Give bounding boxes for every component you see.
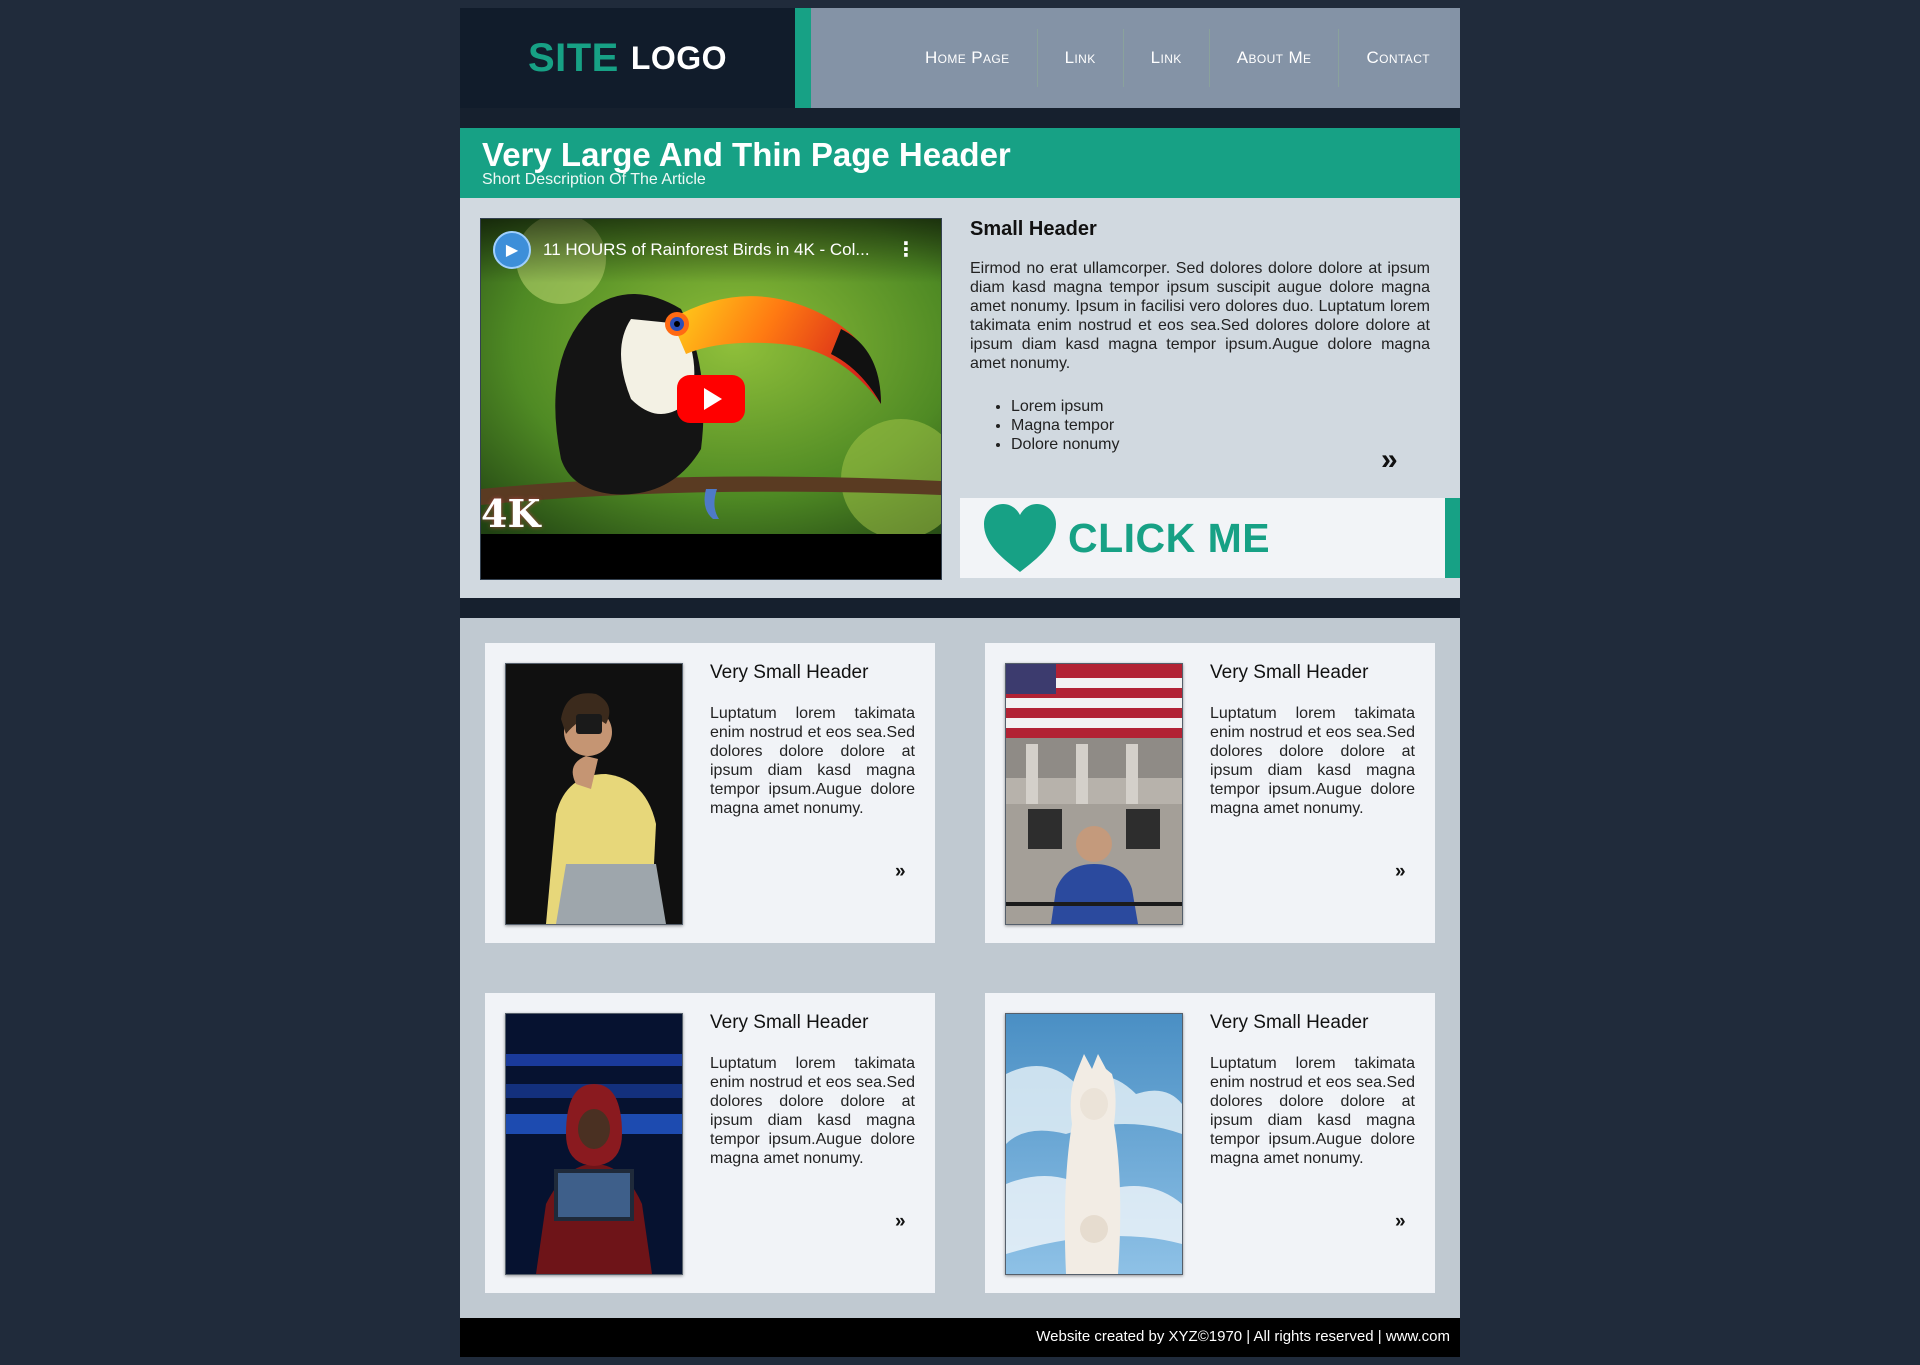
main-nav: Home Page Link Link About Me Contact xyxy=(811,8,1460,108)
card-man-building: Very Small Header Luptatum lorem takimat… xyxy=(985,643,1435,943)
footer: Website created by XYZ©1970 | All rights… xyxy=(460,1318,1460,1357)
card-photographer: Very Small Header Luptatum lorem takimat… xyxy=(485,643,935,943)
hooded-person-photo xyxy=(506,1014,682,1274)
section-divider xyxy=(460,598,1460,618)
card-hooded-person: Very Small Header Luptatum lorem takimat… xyxy=(485,993,935,1293)
card-body: Luptatum lorem takimata enim nostrud et … xyxy=(1210,1055,1415,1167)
small-header: Small Header xyxy=(970,218,1097,240)
man-building-photo xyxy=(1006,664,1182,924)
double-chevron-right-icon[interactable]: » xyxy=(895,861,906,883)
double-chevron-right-icon[interactable]: » xyxy=(1395,1211,1406,1233)
video-title[interactable]: 11 HOURS of Rainforest Birds in 4K - Col… xyxy=(543,240,870,260)
accent-bar xyxy=(795,8,811,108)
card-body: Luptatum lorem takimata enim nostrud et … xyxy=(710,1055,915,1167)
card-header: Very Small Header xyxy=(1210,662,1369,683)
card-header: Very Small Header xyxy=(710,1012,869,1033)
card-image[interactable] xyxy=(1005,663,1183,925)
video-4k-badge: 4K xyxy=(481,491,541,536)
heart-icon xyxy=(984,504,1056,572)
statue-photo xyxy=(1006,1014,1182,1274)
logo-part-logo: LOGO xyxy=(630,39,728,76)
footer-text: Website created by XYZ©1970 | All rights… xyxy=(1036,1328,1450,1345)
top-bar: SITE LOGO Home Page Link Link About Me C… xyxy=(460,8,1460,108)
list-item: Dolore nonumy xyxy=(1011,435,1430,454)
header-divider xyxy=(460,108,1460,128)
channel-avatar-icon[interactable]: ▶ xyxy=(493,231,531,269)
nav-link-1[interactable]: Link xyxy=(1036,29,1123,87)
page-header: Very Large And Thin Page Header Short De… xyxy=(460,128,1460,198)
card-header: Very Small Header xyxy=(1210,1012,1369,1033)
more-vert-icon[interactable]: ⋮ xyxy=(896,237,916,262)
page-container: SITE LOGO Home Page Link Link About Me C… xyxy=(460,8,1460,1357)
page-subtitle: Short Description Of The Article xyxy=(482,171,706,188)
card-header: Very Small Header xyxy=(710,662,869,683)
logo-part-site: SITE xyxy=(527,35,619,80)
hero-body: Eirmod no erat ullamcorper. Sed dolores … xyxy=(970,260,1430,372)
card-body: Luptatum lorem takimata enim nostrud et … xyxy=(710,705,915,817)
cta-accent-stripe xyxy=(1445,498,1460,578)
page-title: Very Large And Thin Page Header xyxy=(482,136,1011,173)
double-chevron-right-icon[interactable]: » xyxy=(1395,861,1406,883)
list-item: Magna tempor xyxy=(1011,416,1430,435)
double-chevron-right-icon[interactable]: » xyxy=(895,1211,906,1233)
nav-contact[interactable]: Contact xyxy=(1338,29,1460,87)
card-image[interactable] xyxy=(505,663,683,925)
nav-home-page[interactable]: Home Page xyxy=(898,29,1037,87)
click-me-button[interactable]: CLICK ME xyxy=(960,498,1460,578)
card-statue: Very Small Header Luptatum lorem takimat… xyxy=(985,993,1435,1293)
click-me-label: CLICK ME xyxy=(1068,514,1271,561)
hero-section: ▶ 11 HOURS of Rainforest Birds in 4K - C… xyxy=(460,198,1460,598)
nav-link-2[interactable]: Link xyxy=(1122,29,1209,87)
card-body: Luptatum lorem takimata enim nostrud et … xyxy=(1210,705,1415,817)
youtube-play-icon[interactable] xyxy=(677,375,745,423)
photographer-photo xyxy=(506,664,682,924)
double-chevron-right-icon[interactable]: » xyxy=(1381,443,1398,477)
card-image[interactable] xyxy=(1005,1013,1183,1275)
video-embed[interactable]: ▶ 11 HOURS of Rainforest Birds in 4K - C… xyxy=(480,218,942,580)
site-logo[interactable]: SITE LOGO xyxy=(460,8,795,108)
hero-bullet-list: Lorem ipsum Magna tempor Dolore nonumy xyxy=(970,397,1430,454)
nav-about-me[interactable]: About Me xyxy=(1208,29,1339,87)
list-item: Lorem ipsum xyxy=(1011,397,1430,416)
hero-text: Small Header Eirmod no erat ullamcorper.… xyxy=(970,218,1430,454)
card-image[interactable] xyxy=(505,1013,683,1275)
